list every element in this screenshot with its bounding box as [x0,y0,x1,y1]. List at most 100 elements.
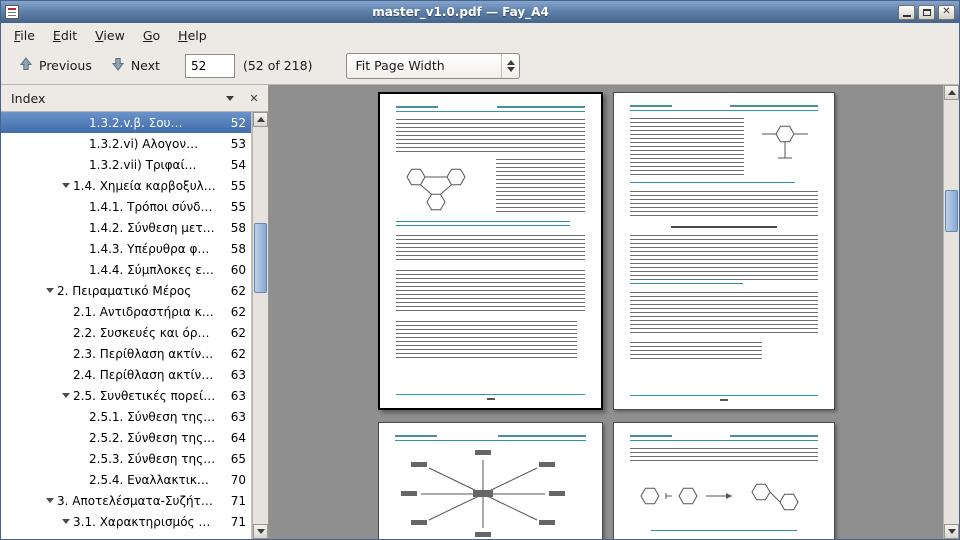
menu-view[interactable]: View [86,25,134,46]
index-item[interactable]: 1.3.2.vi) Αλογον…53 [1,133,251,154]
sidebar-close-button[interactable]: ✕ [244,88,264,108]
index-item[interactable]: 1.3.2.vii) Τριφαί…54 [1,154,251,175]
footnote-block [630,342,762,362]
menu-edit[interactable]: Edit [44,25,86,46]
menu-help[interactable]: Help [169,25,216,46]
sidebar-view-switcher[interactable]: Index [11,91,244,106]
expander-icon[interactable] [59,519,73,524]
reaction-scheme-figure [630,472,818,524]
index-item[interactable]: 3.1. Χαρακτηρισμός …71 [1,511,251,532]
menu-file[interactable]: File [5,25,44,46]
index-item[interactable]: 2.5. Συνθετικές πορεί…63 [1,385,251,406]
sidebar-scrollbar[interactable] [252,112,268,539]
next-page-button[interactable]: Next [101,51,169,80]
text-block [630,191,818,219]
previous-page-button[interactable]: Previous [9,51,101,80]
index-item[interactable]: 2.5.3. Σύνθεση της…65 [1,448,251,469]
sidebar: Index ✕ 1.3.2.v.β. Σου…521.3.2.vi) Αλογο… [1,85,269,539]
index-item-page: 70 [225,473,246,487]
text-block [630,448,818,464]
close-icon: ✕ [249,92,258,105]
titlebar[interactable]: master_v1.0.pdf — Fay_A4 ✕ [1,1,959,23]
page-header-rule [630,440,818,441]
arrow-down-icon [948,529,956,534]
scroll-up-button[interactable] [253,112,268,127]
index-item[interactable]: 1.4.2. Σύνθεση μετ…58 [1,217,251,238]
maximize-button[interactable] [918,5,935,20]
minimize-button[interactable] [898,5,915,20]
figure-caption [396,221,570,229]
index-item[interactable]: 3. Αποτελέσματα-Συζήτ…71 [1,490,251,511]
page-footer [630,395,818,401]
page-count-label: (52 of 218) [243,58,313,73]
zoom-select[interactable]: Fit Page Width [346,53,520,79]
text-block [396,270,585,314]
minimize-icon [903,15,911,17]
index-item-page: 63 [225,389,246,403]
index-item[interactable]: 2. Πειραματικό Μέρος62 [1,280,251,301]
index-item-page: 63 [225,368,246,382]
index-item-page: 58 [225,221,246,235]
scroll-down-button[interactable] [944,524,959,539]
sidebar-scroll-track[interactable] [253,127,268,524]
index-item[interactable]: 2.5.4. Εναλλακτικ…70 [1,469,251,490]
maximize-icon [923,9,931,16]
document-canvas[interactable] [269,85,943,539]
close-icon: ✕ [942,7,950,17]
main-scrollbar[interactable] [943,85,959,539]
combo-arrows-icon [501,54,519,78]
index-item-label: 2. Πειραματικό Μέρος [57,284,191,298]
expander-icon[interactable] [59,393,73,398]
link-text [630,283,743,287]
index-item-page: 62 [225,326,246,340]
pdf-page-53[interactable] [613,92,835,410]
index-item-label: 2.5.1. Σύνθεση της… [89,410,215,424]
menu-go[interactable]: Go [134,25,169,46]
index-item-page: 53 [225,137,246,151]
previous-icon [18,56,34,75]
index-item-label: 1.4.3. Υπέρυθρα φ… [89,242,209,256]
expander-icon[interactable] [43,288,57,293]
scroll-up-button[interactable] [944,85,959,100]
chemical-structure-figure [752,118,818,170]
main-scroll-track[interactable] [944,100,959,524]
index-item[interactable]: 1.4.4. Σύμπλοκες ε… 60 [1,259,251,280]
zoom-value: Fit Page Width [347,58,501,73]
sidebar-title: Index [11,91,45,106]
main-scroll-thumb[interactable] [945,190,958,232]
index-item[interactable]: 2.5.2. Σύνθεση της…64 [1,427,251,448]
page-header-rule [396,111,585,112]
page-header [630,105,818,107]
scroll-down-button[interactable] [253,524,268,539]
index-item-page: 55 [225,200,246,214]
page-number-input[interactable] [185,54,235,78]
sidebar-header: Index ✕ [1,85,268,111]
expander-icon[interactable] [59,183,73,188]
index-item-label: 2.5.3. Σύνθεση της… [89,452,215,466]
pdf-page-52[interactable] [378,92,603,410]
expander-icon[interactable] [43,498,57,503]
index-item[interactable]: 1.4.1. Τρόποι σύνδ…55 [1,196,251,217]
index-item[interactable]: 1.3.2.v.β. Σου…52 [1,112,251,133]
index-item[interactable]: 2.4. Περίθλαση ακτίν…63 [1,364,251,385]
arrow-up-icon [257,117,265,122]
index-item-label: 1.4.4. Σύμπλοκες ε… [89,263,214,277]
figure-caption [630,182,795,186]
pdf-page-55[interactable] [613,422,835,539]
figure-caption [651,530,798,534]
sidebar-scroll-thumb[interactable] [254,223,267,293]
close-button[interactable]: ✕ [938,5,955,20]
index-item[interactable]: 1.4.3. Υπέρυθρα φ…58 [1,238,251,259]
pdf-page-54[interactable] [378,422,603,539]
index-item[interactable]: 2.5.1. Σύνθεση της…63 [1,406,251,427]
index-item[interactable]: 2.2. Συσκευές και όρ…62 [1,322,251,343]
page-content [380,94,601,408]
text-block [396,119,585,155]
index-item-page: 60 [225,263,246,277]
index-item[interactable]: 1.4. Χημεία καρβοξυλ…55 [1,175,251,196]
index-item-page: 62 [225,305,246,319]
page-header-rule [630,110,818,111]
index-item[interactable]: 2.1. Αντιδραστήρια κ…62 [1,301,251,322]
arrow-up-icon [948,90,956,95]
index-item[interactable]: 2.3. Περίθλαση ακτίν…62 [1,343,251,364]
